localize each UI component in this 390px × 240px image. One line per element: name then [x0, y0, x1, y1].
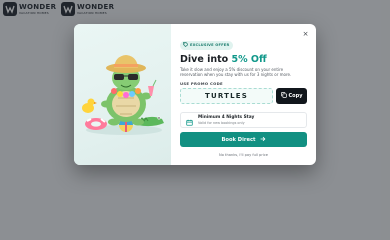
copy-label: Copy	[288, 93, 303, 99]
badge-label: EXCLUSIVE OFFER	[190, 43, 230, 47]
tag-icon	[183, 42, 188, 48]
promo-code-field[interactable]: TURTLES	[180, 88, 273, 104]
headline-discount: 5% Off	[231, 54, 267, 65]
promo-modal: × EXCLUSIVE OFFER Dive into 5% Off Take …	[74, 24, 316, 165]
promo-label: USE PROMO CODE	[180, 81, 223, 86]
condition-subtitle: Valid for new bookings only	[198, 121, 245, 125]
close-button[interactable]: ×	[301, 30, 310, 39]
copy-button[interactable]: Copy	[276, 88, 307, 104]
modal-headline: Dive into 5% Off	[180, 54, 307, 65]
promo-row: TURTLES Copy	[180, 88, 307, 104]
offer-badge: EXCLUSIVE OFFER	[180, 40, 234, 50]
book-direct-button[interactable]: Book Direct	[180, 132, 307, 147]
turtle-illustration	[74, 24, 171, 165]
offer-description: Take it slow and enjoy a 5% discount on …	[180, 67, 292, 77]
headline-prefix: Dive into	[180, 54, 232, 65]
condition-title: Minimum 4 Nights Stay	[198, 115, 255, 120]
arrow-right-icon	[260, 136, 266, 144]
book-label: Book Direct	[221, 136, 256, 143]
copy-icon	[280, 92, 287, 100]
dismiss-link[interactable]: No thanks, I'll pay full price	[180, 153, 307, 157]
modal-content: × EXCLUSIVE OFFER Dive into 5% Off Take …	[171, 24, 316, 165]
close-icon: ×	[302, 30, 309, 38]
calendar-icon	[186, 111, 193, 130]
stay-condition: Minimum 4 Nights Stay Valid for new book…	[180, 112, 307, 128]
